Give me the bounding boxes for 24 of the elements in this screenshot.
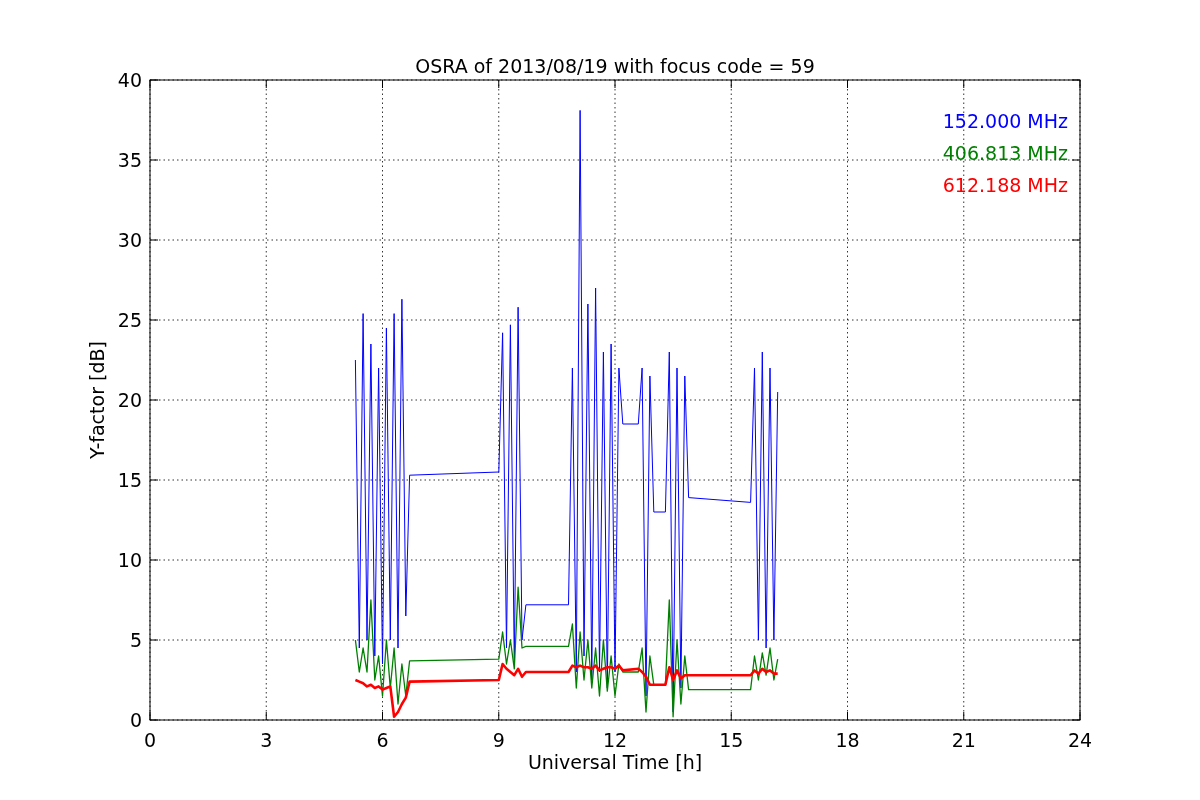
- y-tick-label: 20: [117, 389, 142, 411]
- chart-title: OSRA of 2013/08/19 with focus code = 59: [415, 55, 815, 77]
- x-tick-label: 3: [260, 729, 273, 751]
- x-tick-label: 6: [376, 729, 389, 751]
- x-tick-label: 12: [602, 729, 628, 751]
- x-tick-label: 21: [951, 729, 976, 751]
- y-tick-label: 15: [117, 469, 142, 491]
- x-tick-label: 9: [492, 729, 505, 751]
- y-tick-label: 35: [117, 149, 142, 171]
- y-tick-label: 25: [117, 309, 142, 331]
- legend-label: 406.813 MHz: [942, 142, 1068, 164]
- y-tick-label: 10: [117, 549, 142, 571]
- y-tick-label: 5: [129, 629, 142, 651]
- legend-label: 152.000 MHz: [942, 110, 1068, 132]
- y-tick-label: 0: [129, 709, 142, 731]
- y-axis-label: Y-factor [dB]: [86, 341, 108, 459]
- x-axis-label: Universal Time [h]: [527, 751, 703, 773]
- x-tick-label: 24: [1067, 729, 1093, 751]
- legend-label: 612.188 MHz: [942, 174, 1068, 196]
- x-tick-label: 15: [719, 729, 744, 751]
- y-tick-label: 40: [117, 69, 142, 91]
- y-tick-label: 30: [117, 229, 142, 251]
- x-tick-label: 0: [143, 729, 157, 751]
- x-tick-label: 18: [835, 729, 860, 751]
